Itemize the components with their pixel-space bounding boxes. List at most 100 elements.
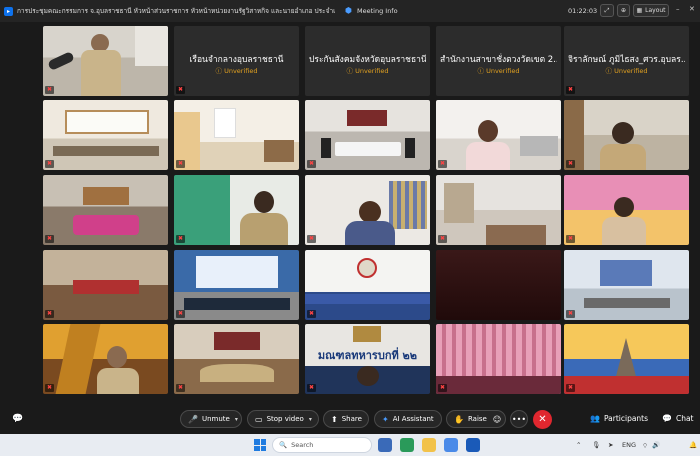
unverified-badge: ⓘ Unverified — [346, 67, 389, 75]
emoji-reaction-icon[interactable]: ☺ — [493, 415, 501, 424]
layout-button[interactable]: ▦ Layout — [633, 4, 669, 17]
more-options-button[interactable]: ••• — [510, 410, 528, 428]
search-icon: 🔍 — [279, 441, 288, 449]
ai-assistant-icon: ✦ — [382, 414, 389, 424]
video-tile[interactable] — [436, 250, 561, 320]
hand-icon: ✋ — [454, 414, 464, 424]
participants-icon: 👥 — [590, 414, 600, 423]
wifi-icon[interactable]: ⌔ — [642, 441, 648, 450]
video-tile[interactable]: ✖ — [305, 100, 430, 170]
video-tile[interactable]: ✖ — [564, 324, 689, 394]
chevron-down-icon[interactable]: ▾ — [235, 416, 238, 423]
video-tile[interactable]: ✖ — [305, 175, 430, 245]
participant-name: สำนักงานสาขาชั่งตวงวัดเขต 2... — [440, 55, 557, 65]
tray-lang[interactable]: ENG — [622, 441, 636, 449]
video-tile[interactable]: ✖ — [174, 175, 299, 245]
notification-icon[interactable]: 🔔 — [689, 441, 697, 449]
tray-location-icon[interactable]: ➤ — [608, 441, 613, 449]
video-tile[interactable]: ✖ — [436, 324, 561, 394]
unverified-badge: ⓘ Unverified — [477, 67, 520, 75]
unmute-button[interactable]: 🎤 Unmute ▾ — [180, 410, 242, 428]
video-tile[interactable]: ✖ — [174, 324, 299, 394]
chrome-browser-icon[interactable] — [444, 438, 458, 452]
chevron-down-icon[interactable]: ▾ — [309, 416, 312, 423]
share-screen-icon: ⬆ — [331, 414, 338, 424]
video-tile[interactable]: ✖ — [564, 175, 689, 245]
zoom-view-icon[interactable]: ⊕ — [617, 4, 630, 17]
windows-start-icon[interactable] — [254, 439, 266, 451]
captions-icon[interactable]: 💬 — [12, 414, 23, 424]
video-tile[interactable]: ✖ — [43, 100, 168, 170]
edge-browser-icon[interactable] — [400, 438, 414, 452]
participant-name: เรือนจำกลางอุบลราชธานี — [189, 55, 284, 65]
shield-icon[interactable]: ⬢ — [345, 7, 353, 15]
unmute-label: Unmute — [201, 415, 230, 423]
video-tile[interactable]: มณฑลทหารบกที่ ๒๒ ✖ — [305, 324, 430, 394]
mic-muted-icon: ✖ — [307, 384, 316, 392]
zoom-app-icon: ▸ — [4, 6, 13, 16]
stop-video-label: Stop video — [266, 415, 304, 423]
video-tile[interactable]: ✖ — [43, 324, 168, 394]
copilot-icon[interactable] — [378, 438, 392, 452]
video-tile[interactable]: ✖ — [43, 175, 168, 245]
mic-muted-icon: ✖ — [307, 235, 316, 243]
mic-muted-icon: ✖ — [45, 310, 54, 318]
mic-muted-icon: ✖ — [566, 310, 575, 318]
close-icon: ✕ — [538, 414, 547, 425]
mic-muted-icon: ✖ — [45, 235, 54, 243]
video-camera-icon: ▭ — [255, 414, 263, 424]
ai-assistant-button[interactable]: ✦ AI Assistant — [374, 410, 442, 428]
taskbar-search[interactable]: 🔍 Search — [272, 437, 372, 453]
video-tile[interactable]: ประกันสังคมจังหวัดอุบลราชธานี ⓘ Unverifi… — [305, 26, 430, 96]
video-tile[interactable]: ✖ — [436, 100, 561, 170]
mic-muted-icon: ✖ — [307, 160, 316, 168]
window-minimize-icon[interactable]: – — [676, 5, 680, 13]
participants-button[interactable]: 👥 Participants — [590, 414, 648, 423]
video-tile[interactable]: เรือนจำกลางอุบลราชธานี ⓘ Unverified ✖ — [174, 26, 299, 96]
meeting-title: การประชุมคณะกรรมการ จ.อุบลราชธานี หัวหน้… — [17, 7, 335, 15]
expand-icon[interactable]: ⤢ — [600, 4, 614, 17]
video-tile[interactable]: ✖ — [305, 250, 430, 320]
unverified-badge: ⓘ Unverified — [605, 67, 648, 75]
file-explorer-icon[interactable] — [422, 438, 436, 452]
mic-muted-icon: ✖ — [438, 384, 447, 392]
video-tile[interactable]: จิราลักษณ์ ภูมิไธสง_ศวร.อุบลร... ⓘ Unver… — [564, 26, 689, 96]
chat-button[interactable]: 💬 Chat — [662, 414, 694, 423]
unverified-badge: ⓘ Unverified — [215, 67, 258, 75]
mic-muted-icon: ✖ — [566, 384, 575, 392]
video-tile[interactable]: ✖ — [43, 26, 168, 96]
grid-icon: ▦ — [636, 7, 643, 14]
raise-hand-button[interactable]: ✋ Raise ☺ — [446, 410, 506, 428]
meeting-timer: 01:22:03 — [568, 7, 598, 15]
zoom-taskbar-icon[interactable] — [466, 438, 480, 452]
share-label: Share — [341, 415, 362, 423]
chat-icon: 💬 — [662, 414, 672, 423]
leave-meeting-button[interactable]: ✕ — [533, 410, 552, 429]
tray-chevron-icon[interactable]: ⌃ — [576, 441, 581, 449]
video-tile[interactable]: ✖ — [436, 175, 561, 245]
mic-muted-icon: ✖ — [45, 384, 54, 392]
mic-muted-icon: ✖ — [438, 160, 447, 168]
meeting-info-label[interactable]: Meeting Info — [357, 7, 398, 15]
mic-off-icon: 🎤 — [188, 414, 198, 424]
video-tile[interactable]: ✖ — [564, 250, 689, 320]
search-placeholder: Search — [291, 441, 314, 449]
speaker-icon[interactable]: 🔊 — [652, 441, 660, 449]
chat-label: Chat — [675, 414, 694, 423]
mic-muted-icon: ✖ — [45, 160, 54, 168]
video-tile[interactable]: ✖ — [174, 250, 299, 320]
title-bar: ▸ การประชุมคณะกรรมการ จ.อุบลราชธานี หัวห… — [0, 0, 700, 22]
tray-mic-icon[interactable]: 🎙 — [592, 441, 600, 449]
video-tile[interactable]: ✖ — [43, 250, 168, 320]
stop-video-button[interactable]: ▭ Stop video ▾ — [247, 410, 319, 428]
info-icon: ⓘ — [215, 67, 223, 75]
window-close-icon[interactable]: ✕ — [689, 5, 695, 13]
info-icon: ⓘ — [346, 67, 354, 75]
share-button[interactable]: ⬆ Share — [323, 410, 369, 428]
video-tile[interactable]: สำนักงานสาขาชั่งตวงวัดเขต 2... ⓘ Unverif… — [436, 26, 561, 96]
zoom-meeting-window: ▸ การประชุมคณะกรรมการ จ.อุบลราชธานี หัวห… — [0, 0, 700, 456]
video-tile[interactable]: ✖ — [564, 100, 689, 170]
video-tile[interactable]: ✖ — [174, 100, 299, 170]
meeting-toolbar: 💬 🎤 Unmute ▾ ▭ Stop video ▾ ⬆ Share ✦ AI… — [0, 404, 700, 434]
mic-muted-icon: ✖ — [566, 86, 575, 94]
